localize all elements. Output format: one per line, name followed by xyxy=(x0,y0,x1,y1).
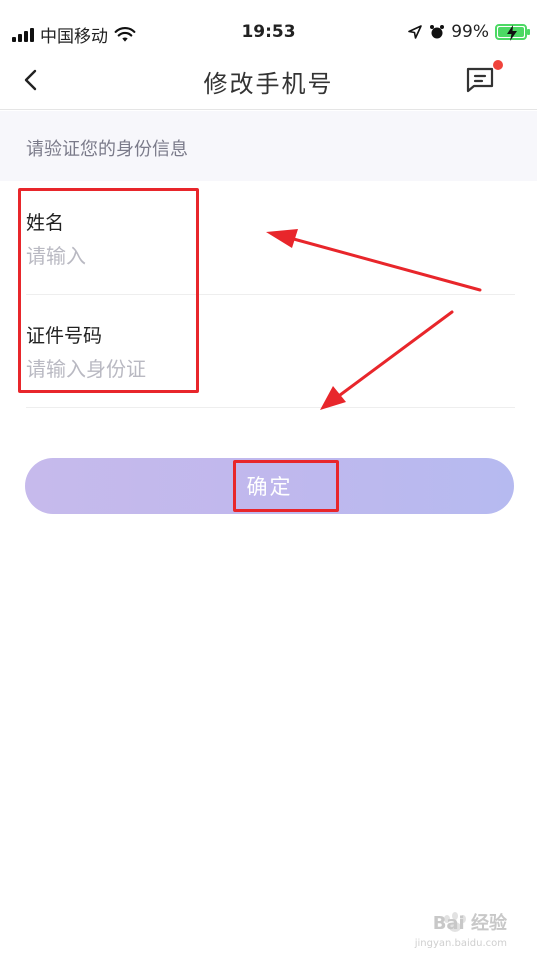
status-right: 99% xyxy=(407,22,530,42)
screen: 中国移动 19:53 99% 修改手机号 请验证您的身份信息 姓名 请输入 证件… xyxy=(0,0,537,963)
nav-bar: 修改手机号 xyxy=(0,50,537,110)
annotation-box-confirm xyxy=(233,460,339,512)
page-title: 修改手机号 xyxy=(203,70,334,98)
notification-dot xyxy=(493,60,503,70)
watermark-url: jingyan.baidu.com xyxy=(414,938,507,949)
section-header: 请验证您的身份信息 xyxy=(0,111,537,181)
charging-bolt-icon xyxy=(507,25,517,41)
alarm-icon xyxy=(430,25,445,39)
battery-percent: 99% xyxy=(451,22,489,42)
message-icon[interactable] xyxy=(465,66,495,94)
battery-icon xyxy=(495,24,530,41)
annotation-box-form xyxy=(18,188,199,393)
watermark-brand: Bai 经验 xyxy=(432,913,507,934)
location-arrow-icon xyxy=(408,25,423,39)
